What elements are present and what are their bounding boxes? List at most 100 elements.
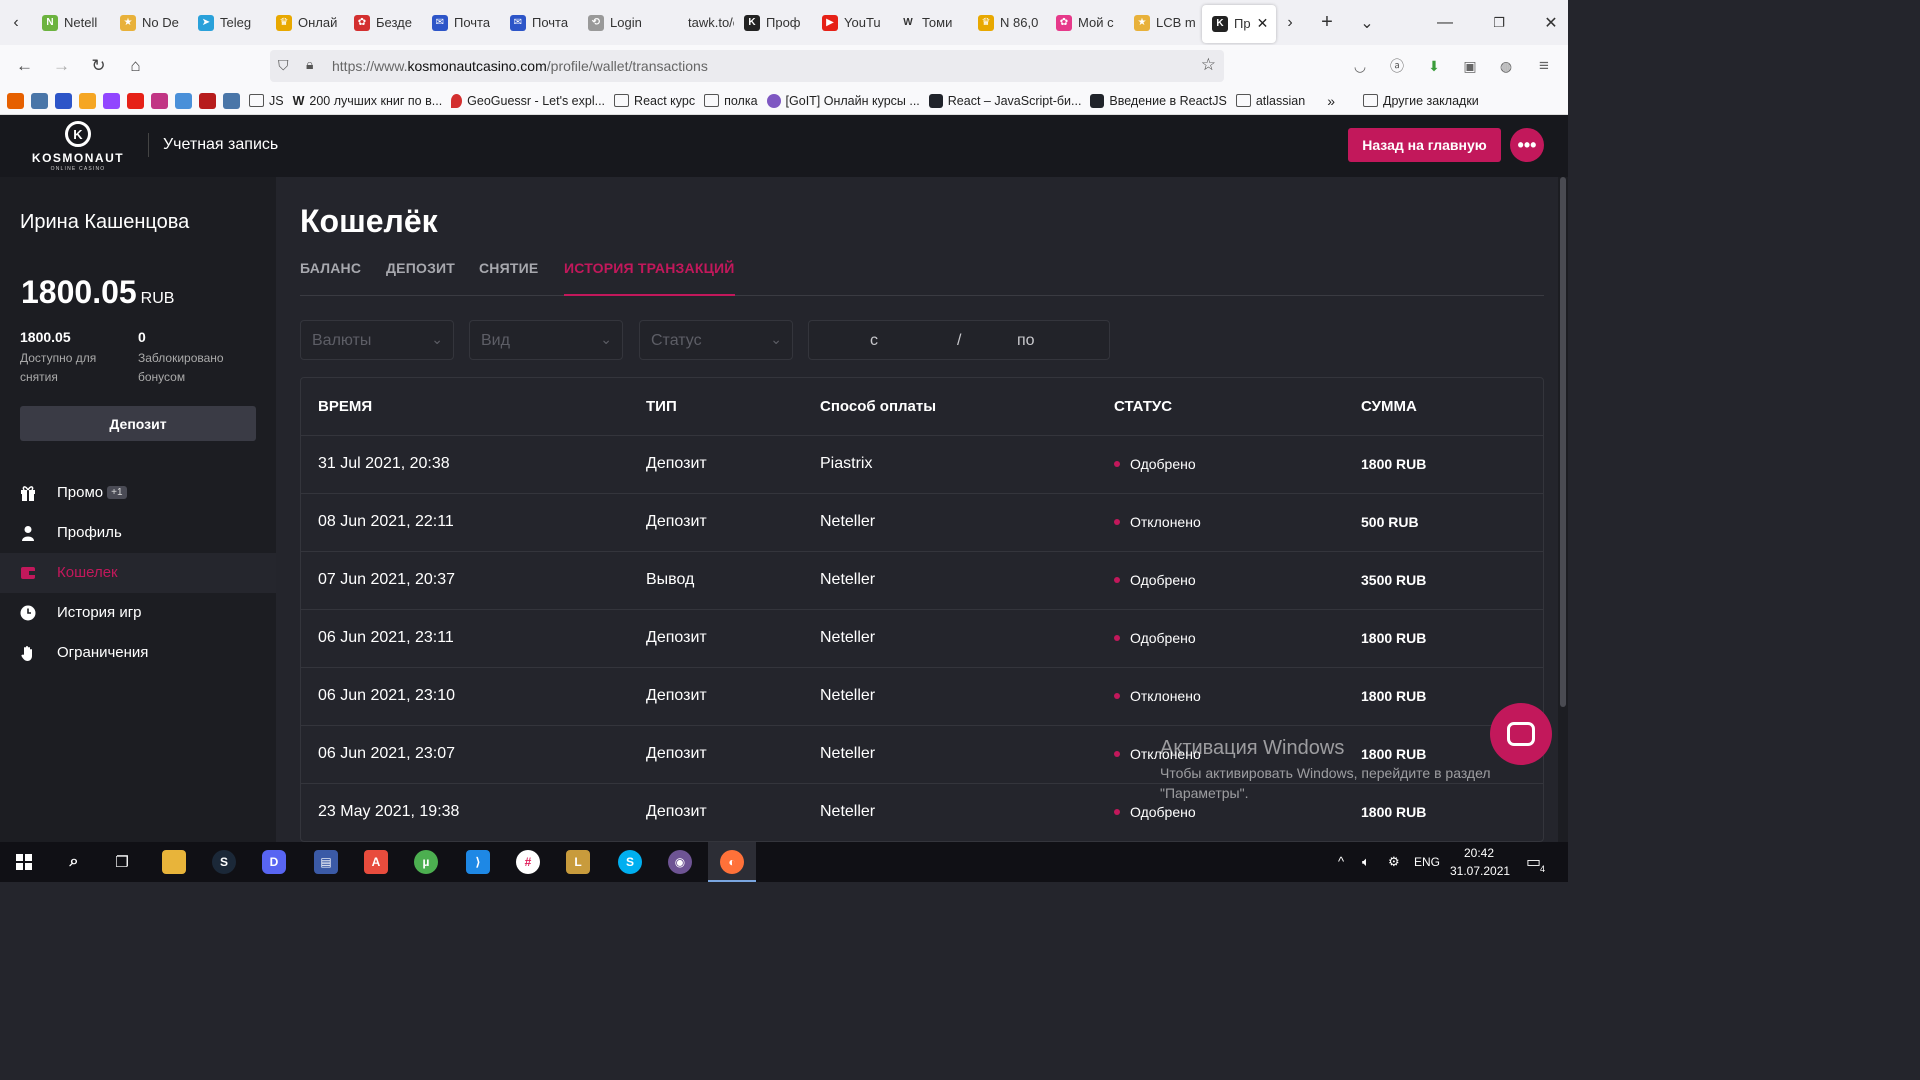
bookmark-link[interactable]: GeoGuessr - Let's expl... — [451, 93, 605, 108]
bookmark-favicon-icon[interactable] — [103, 92, 120, 109]
browser-tab[interactable]: ✉ Почта — [500, 0, 578, 45]
firefox-icon[interactable]: ◐ — [720, 850, 744, 874]
discord-icon[interactable]: D — [262, 850, 286, 874]
sidebar-item-limits[interactable]: Ограничения — [0, 633, 276, 673]
vscode-icon[interactable]: ⟩ — [466, 850, 490, 874]
sidebar-item-profile[interactable]: Профиль — [0, 513, 276, 553]
steam-icon[interactable]: S — [212, 850, 236, 874]
bookmark-folder[interactable]: Другие закладки — [1363, 94, 1479, 108]
close-tab-icon[interactable]: ✕ — [1257, 15, 1269, 32]
save-app-icon[interactable]: ▤ — [314, 850, 338, 874]
tray-chevron-icon[interactable]: ^ — [1338, 854, 1344, 869]
bookmark-link[interactable]: [GoIT] Онлайн курсы ... — [766, 93, 920, 108]
browser-tab[interactable]: K Проф — [734, 0, 812, 45]
task-view-icon[interactable]: ❐ — [110, 850, 134, 874]
bookmark-favicon-icon[interactable] — [55, 92, 72, 109]
bookmark-favicon-icon[interactable] — [175, 92, 192, 109]
bookmark-favicon-icon[interactable] — [223, 92, 240, 109]
date-to-field[interactable]: по — [1017, 332, 1035, 350]
page-scrollbar[interactable] — [1558, 177, 1568, 842]
input-language[interactable]: ENG — [1414, 855, 1440, 869]
currency-filter-select[interactable]: Валюты ⌄ — [300, 320, 454, 360]
back-to-home-button[interactable]: Назад на главную — [1348, 128, 1501, 162]
date-from-field[interactable]: с — [870, 332, 878, 350]
sidebar-item-wallet[interactable]: Кошелек — [0, 553, 276, 593]
browser-tab[interactable]: ★ No De — [110, 0, 188, 45]
browser-tab[interactable]: ★ LCB m — [1124, 0, 1202, 45]
kosmonaut-logo[interactable]: K KOSMONAUT ONLINE CASINO — [28, 121, 128, 173]
browser-tab[interactable]: tawk.to/ch — [656, 0, 734, 45]
browser-tab[interactable]: ✿ Мой с — [1046, 0, 1124, 45]
scrollbar-thumb[interactable] — [1560, 177, 1566, 707]
bookmark-link[interactable]: W 200 лучших книг по в... — [293, 94, 443, 108]
file-explorer-icon[interactable] — [162, 850, 186, 874]
bookmark-link[interactable]: Введение в ReactJS — [1090, 93, 1227, 108]
clock-date[interactable]: 31.07.2021 — [1450, 864, 1510, 878]
more-options-icon[interactable]: ••• — [1510, 128, 1544, 162]
bookmark-folder[interactable]: полка — [704, 94, 758, 108]
back-arrow-icon[interactable]: ← — [6, 45, 43, 87]
type-filter-select[interactable]: Вид ⌄ — [469, 320, 623, 360]
angular-app-icon[interactable]: A — [364, 850, 388, 874]
sidebar-item-game-history[interactable]: История игр — [0, 593, 276, 633]
notifications-icon[interactable]: ▭ — [1526, 852, 1541, 872]
slack-icon[interactable]: # — [516, 850, 540, 874]
pocket-icon[interactable]: ◡ — [1342, 45, 1378, 87]
url-text[interactable]: https://www.kosmonautcasino.com/profile/… — [332, 58, 708, 74]
tab-withdrawal[interactable]: СНЯТИЕ — [479, 260, 538, 276]
browser-tab[interactable]: ✿ Безде — [344, 0, 422, 45]
tabs-scroll-left-icon[interactable]: ‹ — [0, 0, 32, 45]
bookmark-favicon-icon[interactable] — [127, 92, 144, 109]
bookmark-star-icon[interactable]: ☆ — [1201, 55, 1216, 75]
vpn-globe-icon[interactable]: ◍ — [1488, 45, 1524, 87]
download-icon[interactable]: ⬇ — [1416, 45, 1452, 87]
menu-hamburger-icon[interactable]: ≡ — [1526, 45, 1562, 87]
tab-deposit[interactable]: ДЕПОЗИТ — [386, 260, 455, 276]
status-filter-select[interactable]: Статус ⌄ — [639, 320, 793, 360]
browser-tab[interactable]: ▶ YouTu — [812, 0, 890, 45]
github-desktop-icon[interactable]: ◉ — [668, 850, 692, 874]
bookmarks-overflow-icon[interactable]: » — [1327, 93, 1335, 109]
windows-start-icon[interactable] — [16, 854, 32, 870]
tabs-scroll-right-icon[interactable]: › — [1280, 0, 1300, 45]
bookmark-favicon-icon[interactable] — [79, 92, 96, 109]
home-icon[interactable]: ⌂ — [117, 45, 154, 87]
deposit-button[interactable]: Депозит — [20, 406, 256, 441]
minimize-icon[interactable]: — — [1430, 0, 1460, 45]
league-of-legends-icon[interactable]: L — [566, 850, 590, 874]
skype-icon[interactable]: S — [618, 850, 642, 874]
bookmark-link[interactable]: React – JavaScript-би... — [928, 93, 1081, 108]
network-icon[interactable]: ⚙ — [1388, 854, 1400, 870]
browser-tab[interactable]: N Netell — [32, 0, 110, 45]
bookmark-favicon-icon[interactable] — [31, 92, 48, 109]
bookmark-favicon-icon[interactable] — [151, 92, 168, 109]
tab-balance[interactable]: БАЛАНС — [300, 260, 361, 276]
date-range-picker[interactable]: с / по — [808, 320, 1110, 360]
forward-arrow-icon[interactable]: → — [43, 45, 80, 87]
bookmark-folder[interactable]: React курс — [614, 94, 695, 108]
restore-icon[interactable]: ❐ — [1484, 0, 1514, 45]
volume-icon[interactable]: 🔈︎ — [1362, 854, 1370, 870]
bookmark-folder[interactable]: JS — [249, 94, 284, 108]
utorrent-icon[interactable]: µ — [414, 850, 438, 874]
address-bar[interactable]: ⛉ 🔒︎ https://www.kosmonautcasino.com/pro… — [270, 50, 1224, 82]
lock-icon[interactable]: 🔒︎ — [306, 56, 313, 73]
sidebar-item-promo[interactable]: Промо +1 — [0, 473, 276, 513]
new-tab-icon[interactable]: + — [1314, 0, 1340, 45]
browser-tab[interactable]: ⟲ Login — [578, 0, 656, 45]
bookmark-favicon-icon[interactable] — [7, 92, 24, 109]
tab-list-chevron-icon[interactable]: ⌄ — [1354, 0, 1380, 45]
browser-tab[interactable]: ✉ Почта — [422, 0, 500, 45]
browser-tab[interactable]: ♛ N 86,0 — [968, 0, 1046, 45]
reload-icon[interactable]: ↻ — [80, 45, 117, 87]
search-icon[interactable]: ⌕ — [62, 850, 86, 874]
browser-tab[interactable]: W Томи — [890, 0, 968, 45]
adblock-icon[interactable]: ⓐ — [1379, 45, 1415, 87]
bookmark-favicon-icon[interactable] — [199, 92, 216, 109]
clock-time[interactable]: 20:42 — [1464, 846, 1494, 860]
bookmark-folder[interactable]: atlassian — [1235, 94, 1305, 108]
browser-tab[interactable]: ♛ Онлай — [266, 0, 344, 45]
tracking-shield-icon[interactable]: ⛉ — [278, 57, 289, 74]
browser-tab[interactable]: ➤ Teleg — [188, 0, 266, 45]
close-window-icon[interactable]: ✕ — [1536, 0, 1566, 45]
